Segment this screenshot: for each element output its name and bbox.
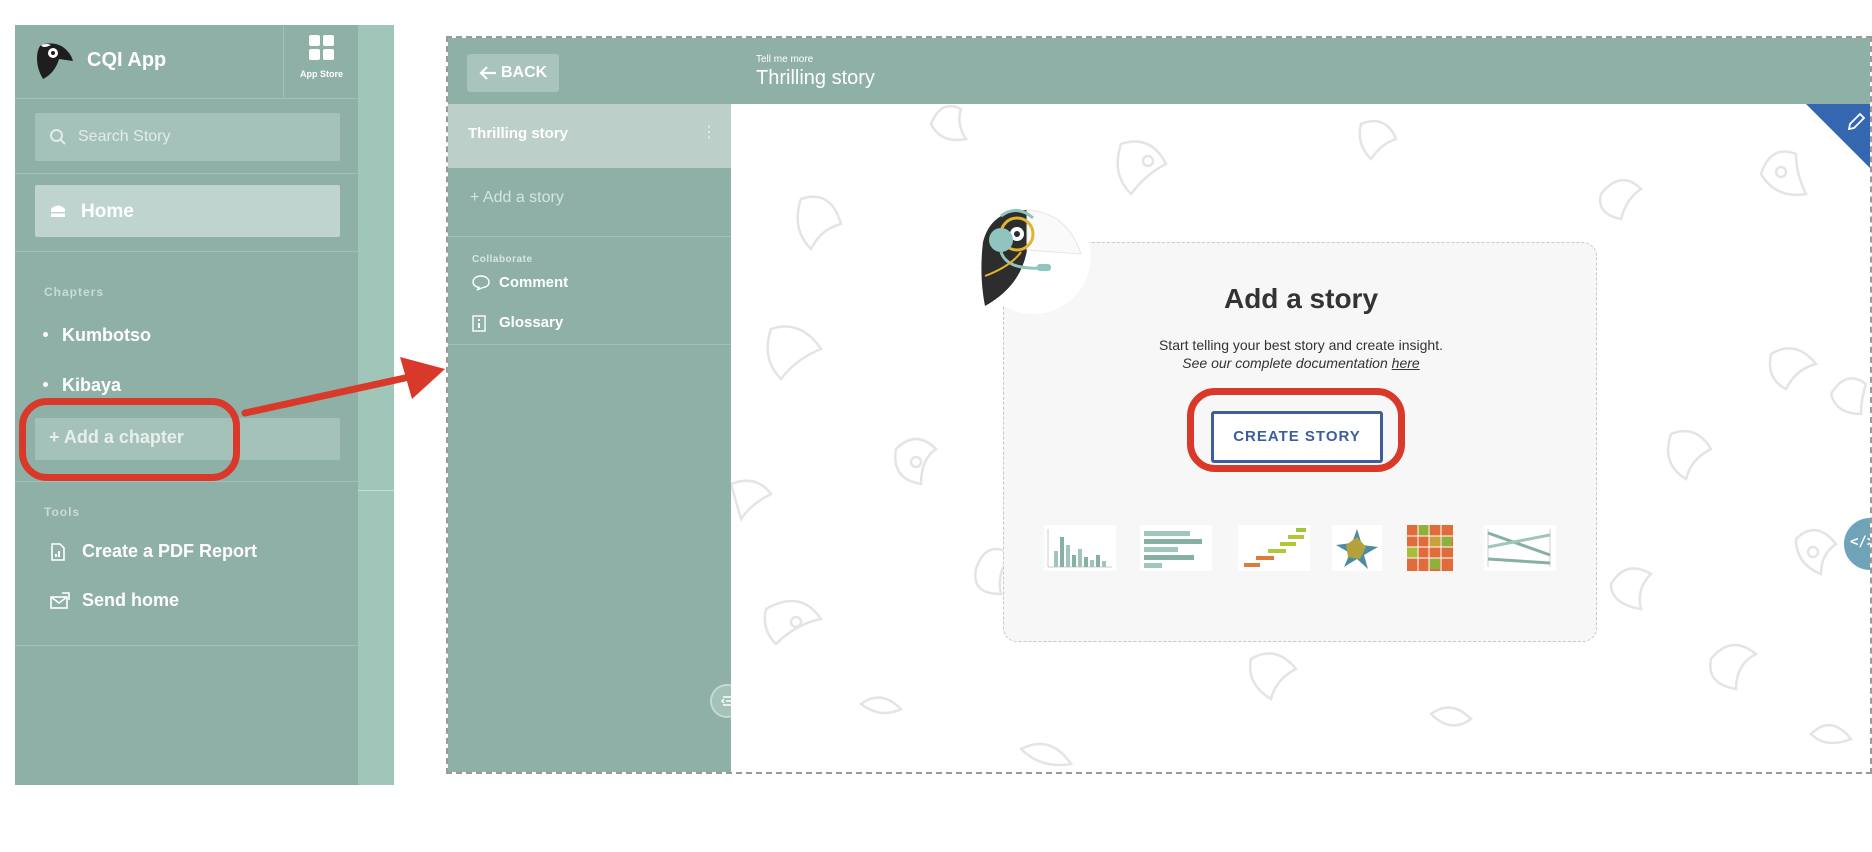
story-item-label: Thrilling story — [468, 125, 569, 142]
divider — [15, 173, 358, 174]
back-label: BACK — [501, 64, 548, 81]
search-icon — [50, 129, 66, 145]
doc-prefix: See our complete documentation — [1182, 355, 1392, 371]
code-icon: </> — [1850, 534, 1870, 550]
add-story-button[interactable]: + Add a story — [470, 189, 564, 207]
story-editor-screenshot: BACK Tell me more Thrilling story Thrill… — [446, 36, 1872, 774]
collaborate-heading: Collaborate — [472, 254, 533, 265]
comment-label: Comment — [499, 274, 569, 291]
highlight-callout — [1187, 388, 1405, 472]
histogram-thumbnail-icon — [1044, 525, 1116, 571]
bullet-icon — [43, 381, 48, 387]
header-title: Thrilling story — [756, 67, 875, 89]
divider — [358, 490, 394, 491]
card-documentation: See our complete documentation here — [1004, 355, 1598, 371]
waterfall-thumbnail-icon — [1238, 525, 1310, 571]
divider — [448, 236, 731, 237]
back-button[interactable]: BACK — [467, 54, 559, 92]
tool-label: Send home — [82, 590, 180, 610]
home-button[interactable]: Home — [35, 185, 340, 237]
comment-icon — [472, 275, 490, 291]
toucan-headphones-mascot-icon — [975, 198, 1091, 314]
tools-heading: Tools — [44, 505, 81, 519]
chapter-item[interactable]: Kibaya — [43, 375, 121, 396]
tool-label: Create a PDF Report — [82, 541, 258, 561]
glossary-icon — [472, 315, 486, 332]
home-label: Home — [81, 201, 134, 222]
slope-chart-thumbnail-icon — [1484, 525, 1556, 571]
home-icon — [51, 205, 65, 217]
tutorial-figure: CQI App App Store Search Story Home Chap… — [0, 0, 1872, 852]
bullet-icon — [43, 331, 48, 337]
pencil-icon[interactable] — [1846, 112, 1866, 132]
arrow-left-icon — [479, 66, 496, 80]
header-subtitle: Tell me more — [756, 54, 814, 65]
chapter-item[interactable]: Kumbotso — [43, 325, 151, 346]
story-header: BACK Tell me more Thrilling story — [448, 38, 1870, 104]
app-grid-icon — [309, 35, 335, 61]
divider — [15, 481, 358, 482]
story-item-selected[interactable]: Thrilling story ⋮ — [448, 104, 731, 168]
more-vertical-icon[interactable]: ⋮ — [701, 122, 717, 142]
divider — [448, 344, 731, 345]
chart-thumbnails — [1044, 525, 1564, 573]
search-placeholder: Search Story — [78, 128, 171, 145]
search-input[interactable]: Search Story — [35, 113, 340, 161]
highlight-callout — [19, 398, 240, 481]
toucan-logo-icon — [37, 43, 73, 79]
divider — [15, 645, 358, 646]
documentation-link[interactable]: here — [1392, 355, 1420, 371]
heatmap-thumbnail-icon — [1407, 525, 1453, 571]
app-store-button[interactable]: App Store — [283, 25, 358, 99]
bar-chart-thumbnail-icon — [1140, 525, 1212, 571]
chapters-heading: Chapters — [44, 285, 105, 299]
card-description: Start telling your best story and create… — [1158, 337, 1444, 353]
sidebar-header: CQI App App Store — [15, 25, 358, 99]
pdf-report-icon — [51, 543, 65, 561]
glossary-label: Glossary — [499, 314, 564, 331]
app-store-label: App Store — [299, 69, 343, 79]
send-home-icon — [50, 592, 70, 609]
app-title: CQI App — [87, 49, 167, 71]
story-sidebar: Thrilling story ⋮ + Add a story Collabor… — [448, 104, 731, 772]
chapter-label: Kumbotso — [62, 325, 151, 345]
divider — [15, 251, 358, 252]
chapter-label: Kibaya — [62, 375, 122, 395]
red-arrow-icon — [241, 357, 445, 417]
radar-thumbnail-icon — [1332, 525, 1382, 571]
